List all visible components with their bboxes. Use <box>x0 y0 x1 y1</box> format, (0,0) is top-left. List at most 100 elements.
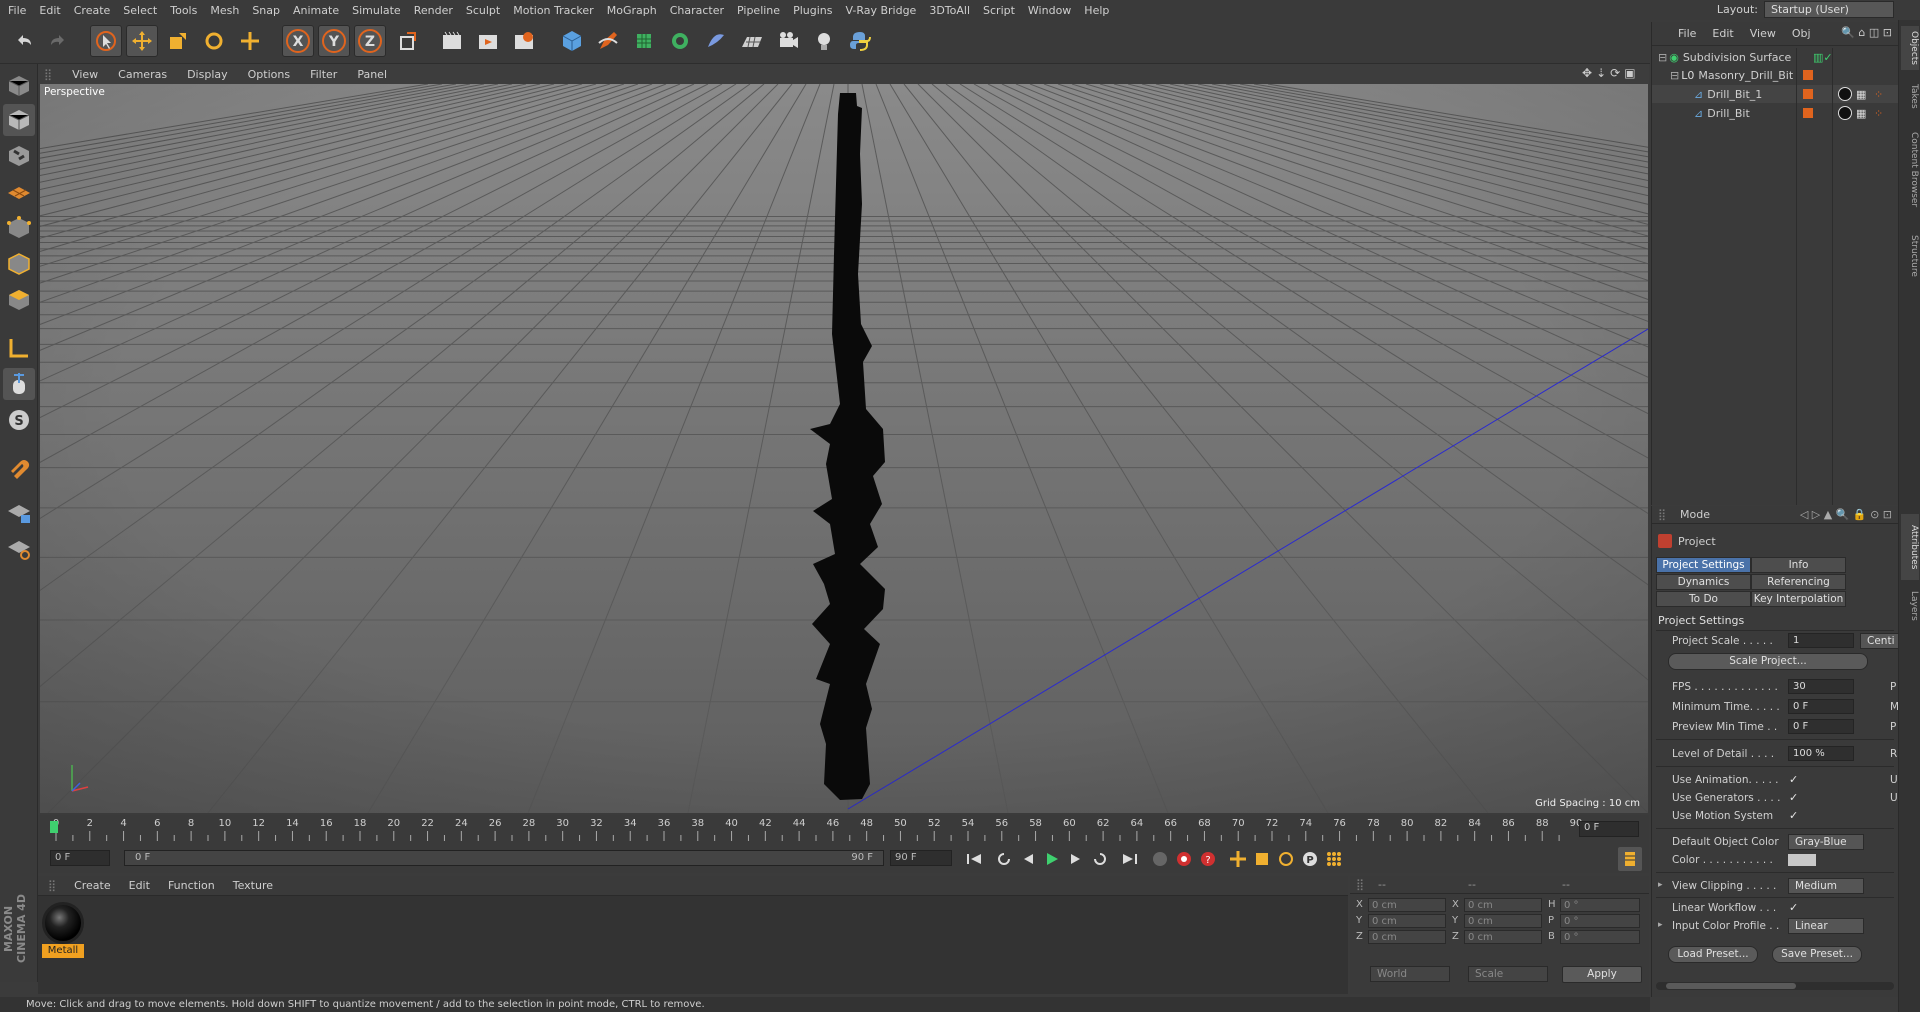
zoom-icon[interactable]: ⇣ <box>1596 66 1606 82</box>
object-menu-edit[interactable]: Edit <box>1712 27 1733 40</box>
coord-position-field[interactable]: 0 cm <box>1368 930 1446 944</box>
scrollbar-thumb[interactable] <box>1666 983 1796 989</box>
coord-world-dropdown[interactable]: World <box>1370 966 1450 982</box>
select-arrow-icon[interactable] <box>90 25 122 57</box>
live-select-icon[interactable] <box>234 25 266 57</box>
tab-dynamics[interactable]: Dynamics <box>1656 574 1751 590</box>
previous-frame-icon[interactable] <box>1016 847 1040 871</box>
menu-item-tools[interactable]: Tools <box>170 4 197 17</box>
viewport-perspective[interactable]: Perspective Grid Spacing : 10 cm <box>40 84 1648 813</box>
tab-takes[interactable]: Takes <box>1901 76 1919 116</box>
visibility-dot-icon[interactable] <box>1803 89 1813 99</box>
render-picture-viewer-icon[interactable] <box>472 25 504 57</box>
coord-size-field[interactable]: 0 cm <box>1464 914 1542 928</box>
viewport-menu-options[interactable]: Options <box>248 68 290 81</box>
viewport-menu-panel[interactable]: Panel <box>357 68 387 81</box>
cloner-icon[interactable] <box>664 25 696 57</box>
y-axis-icon[interactable]: Y <box>318 25 350 57</box>
model-mode-icon[interactable] <box>3 104 35 136</box>
expand-icon[interactable]: ⊟ <box>1658 51 1667 64</box>
tab-to-do[interactable]: To Do <box>1656 591 1751 607</box>
key-pla-icon[interactable] <box>1322 847 1346 871</box>
viewport-menu-cameras[interactable]: Cameras <box>118 68 167 81</box>
python-icon[interactable] <box>844 25 876 57</box>
points-mode-icon[interactable] <box>3 212 35 244</box>
linear-workflow-checkbox[interactable]: ✓ <box>1789 902 1801 914</box>
menu-item-window[interactable]: Window <box>1028 4 1071 17</box>
key-rotation-icon[interactable] <box>1274 847 1298 871</box>
edges-mode-icon[interactable] <box>3 248 35 280</box>
coord-rotation-field[interactable]: 0 ° <box>1560 898 1640 912</box>
key-position-icon[interactable] <box>1226 847 1250 871</box>
snap-icon[interactable]: S <box>3 404 35 436</box>
axis-mode-icon[interactable] <box>3 332 35 364</box>
default-color-dropdown[interactable]: Gray-Blue <box>1788 834 1864 850</box>
record-disabled-icon[interactable] <box>1148 847 1172 871</box>
tab-objects[interactable]: Objects <box>1901 26 1919 70</box>
object-row-masonry[interactable]: ⊟ L0 Masonry_Drill_Bit <box>1652 66 1899 84</box>
color-swatch[interactable] <box>1788 854 1816 866</box>
visibility-dot-icon[interactable] <box>1803 108 1813 118</box>
object-row-drill-bit-1[interactable]: ⊿ Drill_Bit_1 ▦ ⁘ <box>1652 85 1899 103</box>
subdivision-icon[interactable] <box>628 25 660 57</box>
view-clipping-expand-icon[interactable]: ▸ <box>1658 880 1663 890</box>
record-active-icon[interactable] <box>1172 847 1196 871</box>
tab-referencing[interactable]: Referencing <box>1751 574 1846 590</box>
tab-project-settings[interactable]: Project Settings <box>1656 557 1751 573</box>
menu-item-plugins[interactable]: Plugins <box>793 4 832 17</box>
coord-scale-dropdown[interactable]: Scale <box>1468 966 1548 982</box>
scale-project-button[interactable]: Scale Project... <box>1668 653 1868 670</box>
use-generators-checkbox[interactable]: ✓ <box>1789 792 1801 804</box>
material-tag-icon[interactable] <box>1838 87 1852 101</box>
project-scale-field[interactable]: 1 <box>1788 633 1854 648</box>
input-profile-expand-icon[interactable]: ▸ <box>1658 920 1663 930</box>
menu-item-render[interactable]: Render <box>414 4 453 17</box>
load-preset-button[interactable]: Load Preset... <box>1668 946 1758 963</box>
magnet-icon[interactable] <box>3 452 35 484</box>
object-menu-view[interactable]: View <box>1750 27 1776 40</box>
world-coordinates-icon[interactable] <box>392 25 424 57</box>
object-menu-obj[interactable]: Obj <box>1792 27 1811 40</box>
material-menu-texture[interactable]: Texture <box>233 879 273 892</box>
use-motion-checkbox[interactable]: ✓ <box>1789 810 1801 822</box>
apply-button[interactable]: Apply <box>1562 966 1642 983</box>
texture-mode-icon[interactable] <box>3 140 35 172</box>
uvw-tag-icon[interactable]: ▦ <box>1856 107 1866 120</box>
next-key-icon[interactable] <box>1088 847 1112 871</box>
menu-item-select[interactable]: Select <box>123 4 157 17</box>
tab-layers[interactable]: Layers <box>1901 586 1919 626</box>
pan-icon[interactable]: ✥ <box>1582 66 1592 82</box>
expand-icon[interactable]: ⊟ <box>1670 69 1679 82</box>
menu-item-animate[interactable]: Animate <box>293 4 339 17</box>
move-icon[interactable] <box>126 25 158 57</box>
start-frame-field[interactable]: 0 F <box>50 850 110 866</box>
deformer-icon[interactable] <box>700 25 732 57</box>
x-axis-icon[interactable]: X <box>282 25 314 57</box>
render-view-icon[interactable] <box>436 25 468 57</box>
menu-item-character[interactable]: Character <box>670 4 724 17</box>
phong-tag-icon[interactable]: ⁘ <box>1874 107 1883 120</box>
material-menu-edit[interactable]: Edit <box>129 879 150 892</box>
pen-icon[interactable] <box>592 25 624 57</box>
playhead-marker[interactable] <box>50 821 58 833</box>
fps-field[interactable]: 30 <box>1788 679 1854 694</box>
autokey-icon[interactable]: ? <box>1196 847 1220 871</box>
coord-position-field[interactable]: 0 cm <box>1368 898 1446 912</box>
object-menu-file[interactable]: File <box>1678 27 1696 40</box>
go-to-start-icon[interactable] <box>962 847 986 871</box>
cube-icon[interactable] <box>556 25 588 57</box>
object-row-subdivision[interactable]: ⊟ ◉ Subdivision Surface ▥✓ <box>1652 48 1899 66</box>
scale-icon[interactable] <box>162 25 194 57</box>
rotate-icon[interactable] <box>198 25 230 57</box>
viewport-menu-display[interactable]: Display <box>187 68 228 81</box>
next-frame-icon[interactable] <box>1064 847 1088 871</box>
menu-item-snap[interactable]: Snap <box>252 4 280 17</box>
end-frame-field[interactable]: 90 F <box>890 850 952 866</box>
previous-key-icon[interactable] <box>992 847 1016 871</box>
tab-structure[interactable]: Structure <box>1901 224 1919 288</box>
play-icon[interactable] <box>1040 847 1064 871</box>
render-settings-icon[interactable] <box>508 25 540 57</box>
current-frame-field[interactable]: 0 F <box>1579 821 1639 837</box>
material-menu-create[interactable]: Create <box>74 879 111 892</box>
attr-scrollbar[interactable] <box>1656 982 1894 990</box>
